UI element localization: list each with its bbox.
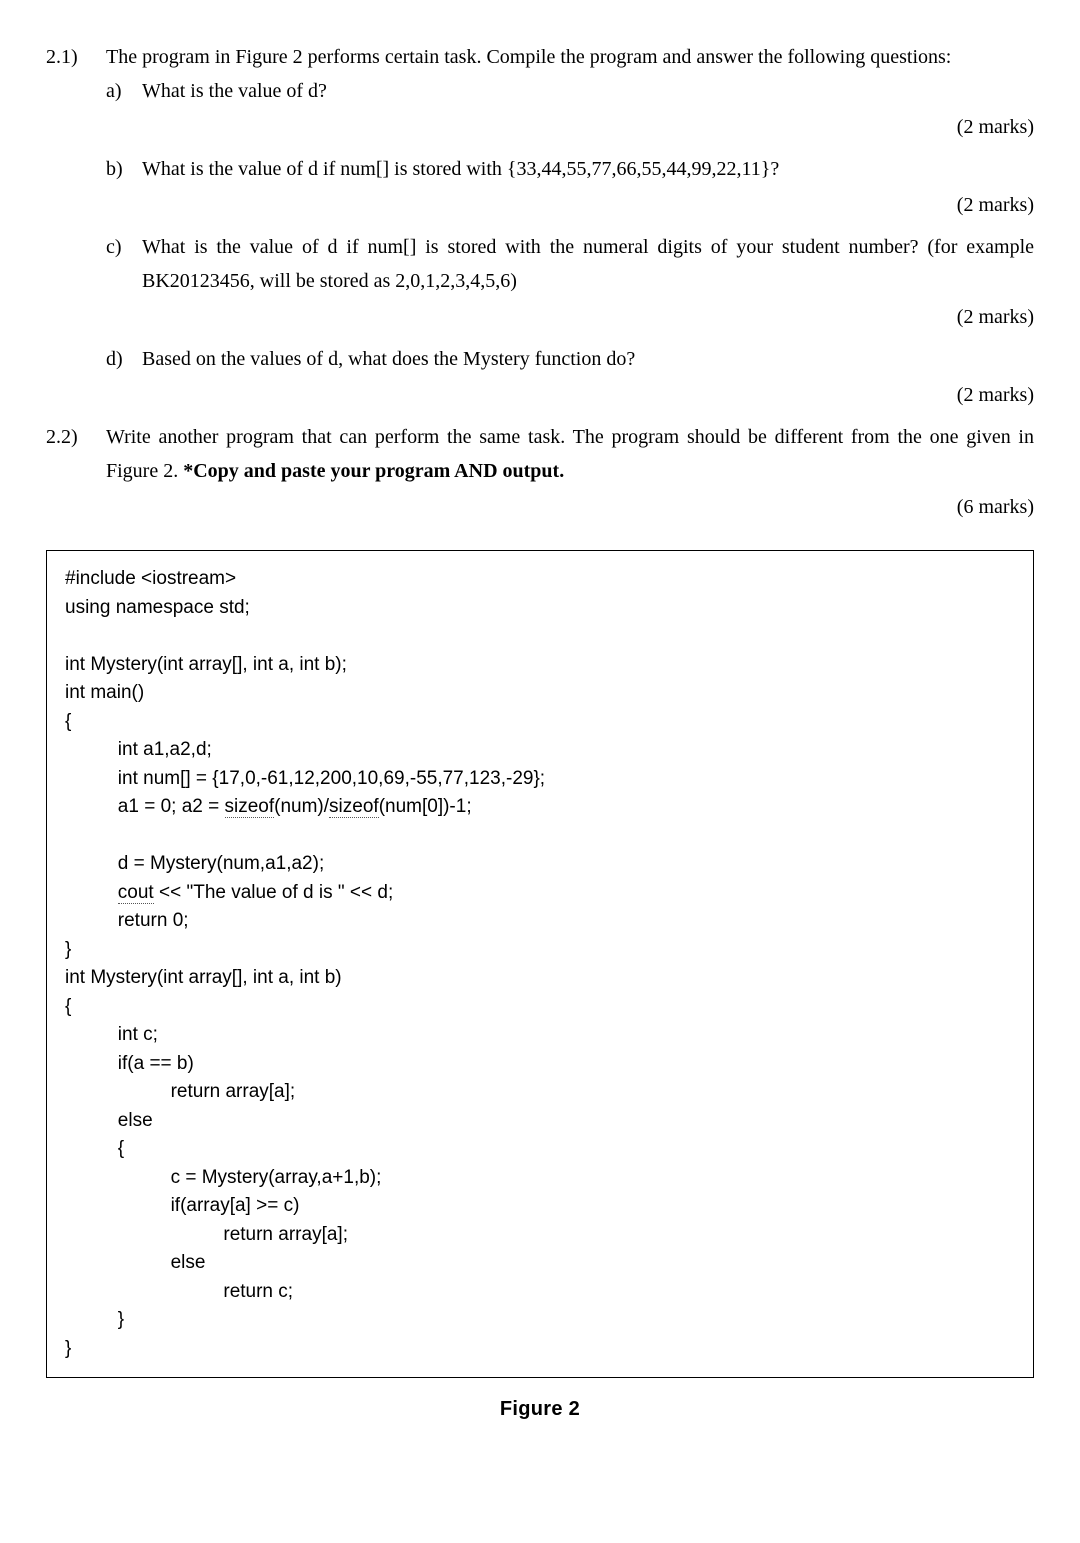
code-line-part	[65, 882, 118, 903]
code-line: {	[65, 1138, 124, 1159]
code-sizeof: sizeof	[329, 796, 379, 818]
code-line-part: (num[0])-1;	[379, 796, 472, 817]
code-cout: cout	[118, 882, 154, 904]
q22-row: 2.2) Write another program that can perf…	[46, 420, 1034, 488]
q21-c-letter: c)	[106, 230, 142, 264]
q21-a-marks: (2 marks)	[46, 110, 1034, 144]
figure-2-code: #include <iostream> using namespace std;…	[46, 550, 1034, 1378]
code-line: else	[65, 1252, 205, 1273]
q22-number: 2.2)	[46, 420, 106, 454]
q21-d-letter: d)	[106, 342, 142, 376]
code-line: c = Mystery(array,a+1,b);	[65, 1167, 381, 1188]
code-line: int Mystery(int array[], int a, int b)	[65, 967, 342, 988]
q21-c-text: What is the value of d if num[] is store…	[142, 230, 1034, 298]
q21-a-row: a) What is the value of d?	[46, 74, 1034, 108]
code-line: }	[65, 1309, 124, 1330]
code-line: else	[65, 1110, 153, 1131]
code-line: return array[a];	[65, 1224, 348, 1245]
q22-marks: (6 marks)	[46, 490, 1034, 524]
code-line: }	[65, 939, 71, 960]
code-line: d = Mystery(num,a1,a2);	[65, 853, 324, 874]
q21-b-text: What is the value of d if num[] is store…	[142, 152, 1034, 186]
q21-intro: The program in Figure 2 performs certain…	[106, 40, 1034, 74]
q21-intro-row: 2.1) The program in Figure 2 performs ce…	[46, 40, 1034, 74]
q22-text-bold: *Copy and paste your program AND output.	[183, 460, 564, 482]
code-line: return c;	[65, 1281, 293, 1302]
q21-b-letter: b)	[106, 152, 142, 186]
q22-text: Write another program that can perform t…	[106, 420, 1034, 488]
q21-a-letter: a)	[106, 74, 142, 108]
code-line: #include <iostream>	[65, 568, 236, 589]
code-line: return array[a];	[65, 1081, 295, 1102]
figure-label: Figure 2	[46, 1392, 1034, 1426]
code-line: if(array[a] >= c)	[65, 1195, 299, 1216]
code-line: {	[65, 711, 71, 732]
code-line-part: << "The value of d is " << d;	[154, 882, 394, 903]
code-line-part: a1 = 0; a2 =	[65, 796, 225, 817]
code-line: }	[65, 1338, 71, 1359]
q21-number: 2.1)	[46, 40, 106, 74]
code-line: int Mystery(int array[], int a, int b);	[65, 654, 347, 675]
q21-b-marks: (2 marks)	[46, 188, 1034, 222]
code-line: using namespace std;	[65, 597, 250, 618]
q21-b-row: b) What is the value of d if num[] is st…	[46, 152, 1034, 186]
code-line: int main()	[65, 682, 144, 703]
code-line: int num[] = {17,0,-61,12,200,10,69,-55,7…	[65, 768, 545, 789]
q21-d-text: Based on the values of d, what does the …	[142, 342, 1034, 376]
code-line: return 0;	[65, 910, 189, 931]
question-2-1: 2.1) The program in Figure 2 performs ce…	[46, 40, 1034, 412]
code-line: int a1,a2,d;	[65, 739, 212, 760]
q21-c-marks: (2 marks)	[46, 300, 1034, 334]
code-line: {	[65, 996, 71, 1017]
code-line: int c;	[65, 1024, 158, 1045]
question-2-2: 2.2) Write another program that can perf…	[46, 420, 1034, 524]
code-sizeof: sizeof	[225, 796, 275, 818]
q21-c-row: c) What is the value of d if num[] is st…	[46, 230, 1034, 298]
q21-a-text: What is the value of d?	[142, 74, 1034, 108]
q21-d-marks: (2 marks)	[46, 378, 1034, 412]
code-line: if(a == b)	[65, 1053, 194, 1074]
code-line-part: (num)/	[274, 796, 329, 817]
q21-d-row: d) Based on the values of d, what does t…	[46, 342, 1034, 376]
